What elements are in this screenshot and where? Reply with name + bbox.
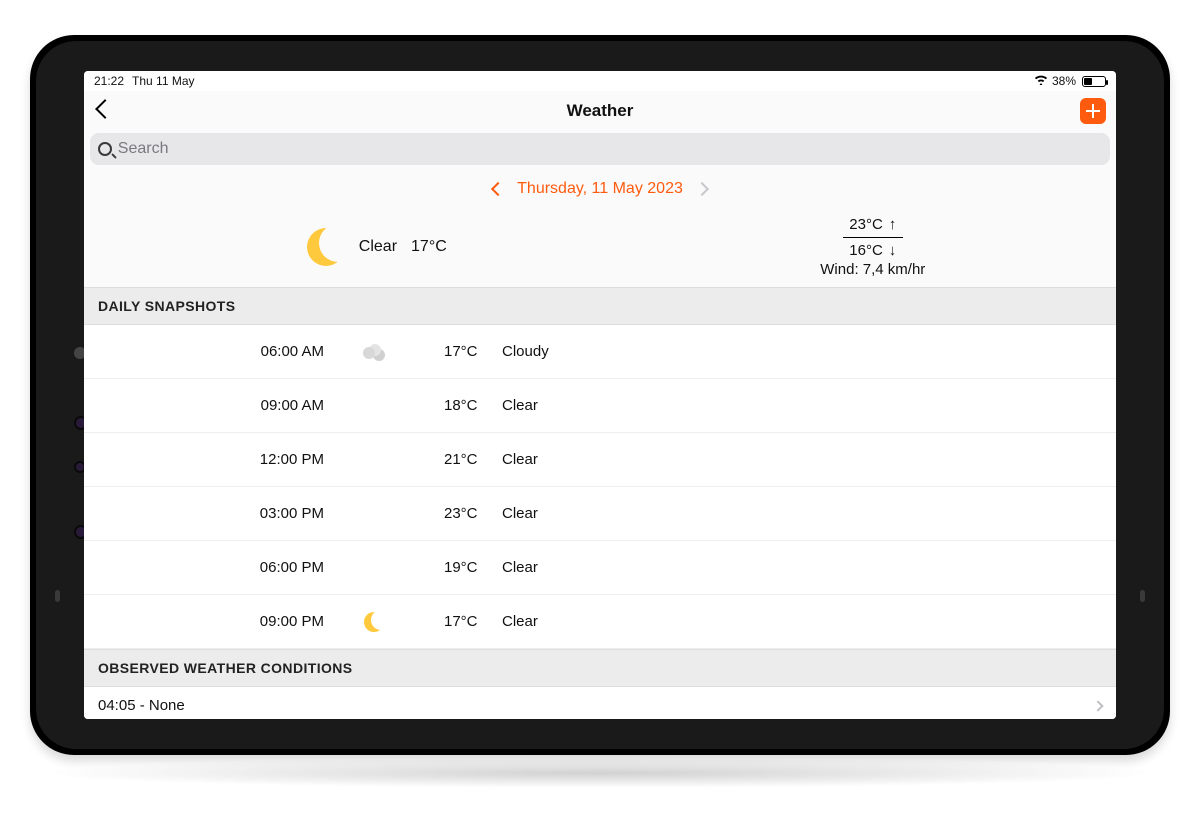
side-button — [55, 590, 60, 602]
snapshot-temp: 21°C — [444, 451, 498, 468]
observed-row[interactable]: 04:05 - None — [84, 687, 1116, 719]
chevron-right-icon — [1092, 700, 1103, 711]
moon-icon — [364, 612, 384, 632]
side-button — [1140, 590, 1145, 602]
content: Thursday, 11 May 2023 Clear 17°C 23°C — [84, 171, 1116, 719]
date-label[interactable]: Thursday, 11 May 2023 — [517, 180, 683, 198]
search-input[interactable] — [118, 140, 1102, 158]
snapshot-time: 12:00 PM — [84, 451, 334, 468]
snapshot-time: 09:00 PM — [84, 613, 334, 630]
snapshot-temp: 17°C — [444, 613, 498, 630]
snapshot-row[interactable]: 12:00 PM 21°CClear — [84, 433, 1116, 487]
status-date: Thu 11 May — [132, 74, 194, 88]
snapshot-condition: Clear — [498, 559, 1102, 576]
search-container — [84, 131, 1116, 171]
snapshot-temp: 17°C — [444, 343, 498, 360]
snapshot-condition: Clear — [498, 505, 1102, 522]
divider — [843, 237, 903, 238]
nav-header: Weather — [84, 91, 1116, 131]
arrow-up-icon — [889, 216, 897, 233]
arrow-down-icon — [889, 242, 897, 259]
snapshot-time: 06:00 PM — [84, 559, 334, 576]
snapshot-temp: 23°C — [444, 505, 498, 522]
wifi-icon — [1034, 74, 1048, 88]
snapshot-row[interactable]: 09:00 AM 18°CClear — [84, 379, 1116, 433]
snapshot-temp: 19°C — [444, 559, 498, 576]
next-day-button[interactable] — [695, 182, 709, 196]
snapshot-row[interactable]: 03:00 PM 23°CClear — [84, 487, 1116, 541]
moon-icon — [307, 228, 345, 266]
snapshot-condition: Clear — [498, 613, 1102, 630]
snapshot-row[interactable]: 06:00 AM 17°CCloudy — [84, 325, 1116, 379]
snapshot-temp: 18°C — [444, 397, 498, 414]
summary-wind: Wind: 7,4 km/hr — [820, 261, 925, 278]
observed-row-label: 04:05 - None — [98, 697, 185, 714]
snapshot-list: 06:00 AM17°CCloudy09:00 AM18°CClear12:00… — [84, 325, 1116, 649]
tablet-bezel: 21:22 Thu 11 May 38% Weather — [30, 35, 1170, 755]
camera-icon — [76, 463, 84, 471]
weather-summary: Clear 17°C 23°C 16°C Wind: 7,4 km/hr — [84, 207, 1116, 287]
prev-day-button[interactable] — [491, 182, 505, 196]
page-title: Weather — [84, 101, 1116, 121]
date-navigator: Thursday, 11 May 2023 — [84, 171, 1116, 207]
summary-low: 16°C — [849, 242, 883, 259]
screen: 21:22 Thu 11 May 38% Weather — [84, 71, 1116, 719]
snapshot-icon-cell — [334, 345, 414, 359]
snapshot-condition: Clear — [498, 451, 1102, 468]
snapshot-time: 06:00 AM — [84, 343, 334, 360]
disclosure-indicator — [1094, 697, 1102, 714]
snapshot-condition: Cloudy — [498, 343, 1102, 360]
summary-high: 23°C — [849, 216, 883, 233]
search-field[interactable] — [90, 133, 1110, 165]
snapshot-row[interactable]: 06:00 PM 19°CClear — [84, 541, 1116, 595]
battery-icon — [1082, 76, 1106, 87]
section-header-observed: OBSERVED WEATHER CONDITIONS — [84, 649, 1116, 687]
summary-condition: Clear — [359, 238, 397, 256]
snapshot-icon-cell — [334, 612, 414, 632]
cloudy-icon — [363, 345, 385, 359]
status-bar: 21:22 Thu 11 May 38% — [84, 71, 1116, 91]
snapshot-time: 03:00 PM — [84, 505, 334, 522]
tablet-shadow — [30, 758, 1170, 788]
section-header-snapshots: DAILY SNAPSHOTS — [84, 287, 1116, 325]
snapshot-condition: Clear — [498, 397, 1102, 414]
search-icon — [98, 142, 112, 156]
battery-percent: 38% — [1052, 74, 1076, 88]
snapshot-time: 09:00 AM — [84, 397, 334, 414]
status-time: 21:22 — [94, 74, 124, 88]
snapshot-row[interactable]: 09:00 PM 17°CClear — [84, 595, 1116, 649]
summary-temp: 17°C — [411, 238, 447, 256]
